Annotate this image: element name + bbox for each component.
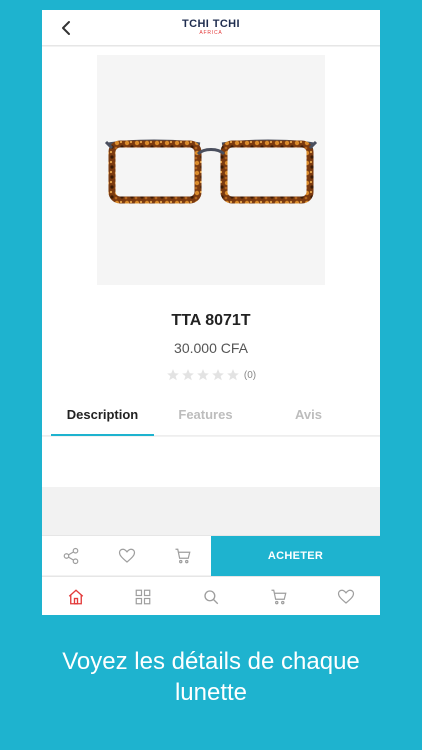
app-screen: TCHI TCHI AFRICA TTA 8071T 30.000 CFA (0… — [42, 10, 380, 615]
glasses-image — [104, 139, 318, 204]
bottom-nav — [42, 576, 380, 615]
tab-avis[interactable]: Avis — [257, 393, 360, 436]
add-to-cart-button[interactable] — [173, 546, 193, 566]
promo-caption: Voyez les détails de chaque lunette — [0, 646, 422, 708]
search-icon — [204, 590, 219, 605]
caption-line-2: lunette — [174, 679, 248, 706]
nav-home[interactable] — [66, 587, 86, 607]
star-icon — [197, 369, 209, 381]
nav-cart[interactable] — [269, 587, 289, 607]
star-icon — [167, 369, 179, 381]
tab-panel-description — [42, 437, 380, 487]
star-icon — [182, 369, 194, 381]
brand-logo: TCHI TCHI AFRICA — [42, 19, 380, 37]
favorite-button[interactable] — [117, 546, 137, 566]
product-price: 30.000 CFA — [174, 340, 248, 356]
active-tab-indicator — [51, 434, 154, 436]
logo-main-text: TCHI TCHI — [182, 18, 240, 30]
nav-favorites[interactable] — [336, 587, 356, 607]
tab-features[interactable]: Features — [154, 393, 257, 436]
share-button[interactable] — [61, 546, 81, 566]
heart-icon — [337, 589, 355, 604]
product-detail: TTA 8071T 30.000 CFA (0) — [42, 47, 380, 393]
logo-sub-text: AFRICA — [199, 30, 223, 36]
star-icon — [212, 369, 224, 381]
share-icon — [63, 547, 79, 565]
cart-icon — [175, 548, 191, 564]
cart-icon — [271, 589, 287, 605]
product-name: TTA 8071T — [171, 312, 251, 329]
tab-description[interactable]: Description — [51, 393, 154, 436]
nav-categories[interactable] — [133, 587, 153, 607]
product-image — [97, 55, 325, 285]
home-icon — [68, 589, 84, 605]
star-icon — [227, 369, 239, 381]
heart-icon — [118, 548, 136, 563]
top-bar: TCHI TCHI AFRICA — [42, 10, 380, 46]
product-tabs: Description Features Avis — [42, 393, 380, 436]
buy-button[interactable]: ACHETER — [211, 536, 380, 576]
product-rating: (0) — [42, 368, 380, 382]
grid-icon — [135, 589, 151, 605]
action-bar: ACHETER — [42, 535, 380, 576]
rating-count: (0) — [243, 369, 257, 381]
caption-line-1: Voyez les détails de chaque — [62, 648, 360, 675]
nav-search[interactable] — [201, 587, 221, 607]
